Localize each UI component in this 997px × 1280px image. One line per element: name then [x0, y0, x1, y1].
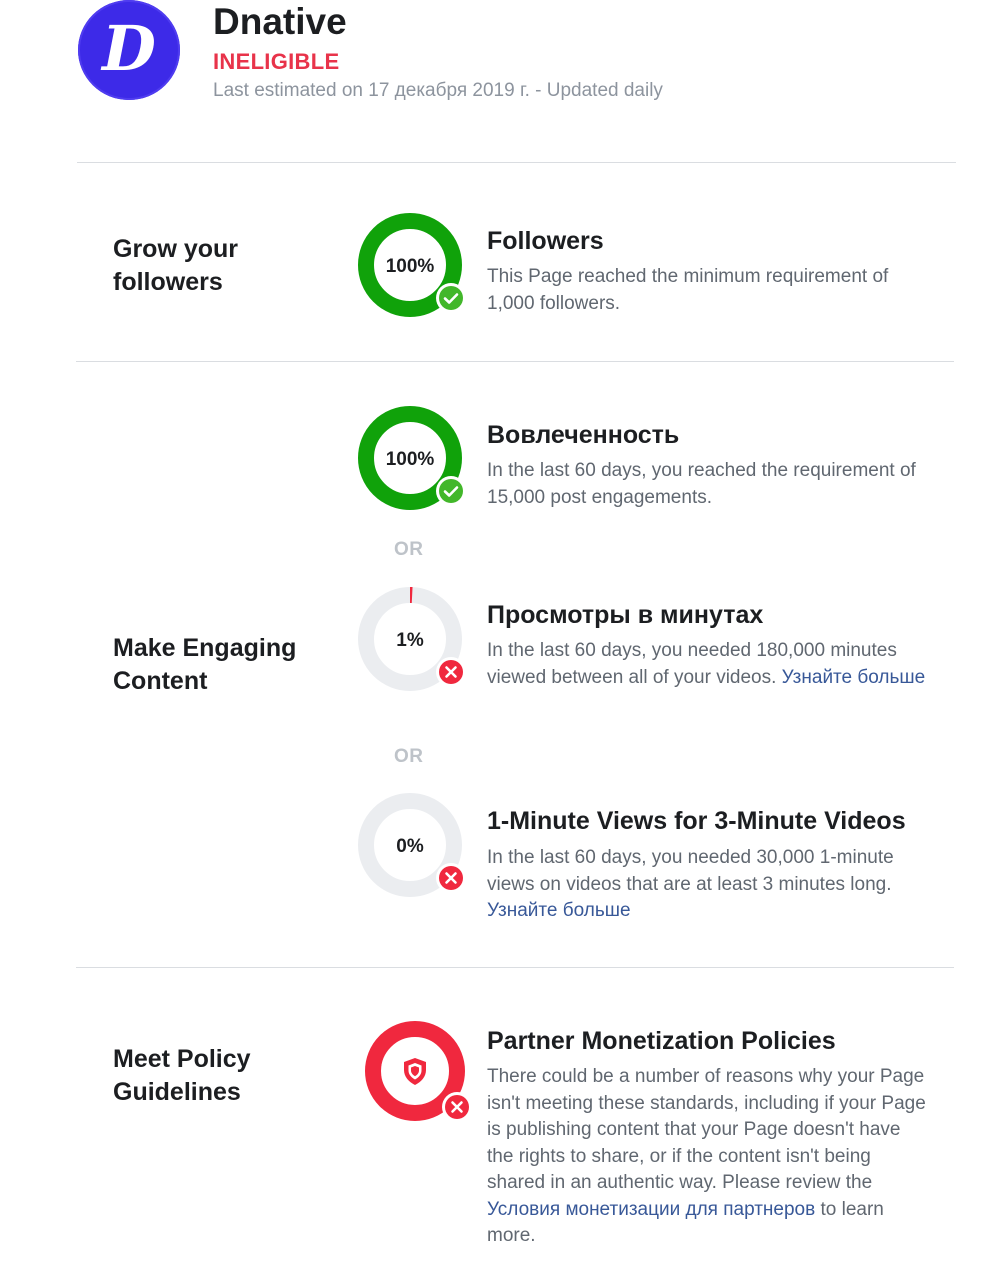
percent-label: 100% — [386, 449, 435, 470]
engagement-title: Вовлеченность — [487, 421, 680, 449]
page-name: Dnative — [213, 1, 347, 42]
last-estimated-text: Last estimated on 17 декабря 2019 г. - U… — [213, 80, 663, 101]
avatar-letter: D — [100, 12, 156, 85]
learn-more-link[interactable]: Узнайте больше — [782, 667, 926, 688]
engagement-description: In the last 60 days, you reached the req… — [487, 460, 916, 508]
error-badge-icon — [436, 863, 466, 893]
check-badge-icon — [436, 283, 466, 313]
section-title-engaging-content: Make Engaging Content — [113, 634, 297, 695]
percent-label: 1% — [396, 630, 424, 651]
engagement-progress-ring: 100% — [354, 402, 466, 514]
percent-label: 100% — [386, 256, 435, 277]
one-minute-views-description: In the last 60 days, you needed 30,000 1… — [487, 845, 927, 925]
minutes-viewed-title: Просмотры в минутах — [487, 601, 764, 629]
minutes-viewed-progress-ring: 1% — [354, 583, 466, 695]
section-title-policy-guidelines: Meet Policy Guidelines — [113, 1045, 251, 1106]
section-divider — [77, 162, 956, 163]
monetization-policies-link[interactable]: Условия монетизации для партнеров — [487, 1199, 815, 1220]
section-divider — [76, 361, 954, 362]
error-badge-icon — [442, 1092, 472, 1122]
policy-status-ring — [360, 1016, 480, 1128]
or-separator: OR — [394, 746, 424, 767]
or-separator: OR — [394, 539, 424, 560]
followers-description: This Page reached the minimum requiremen… — [487, 266, 889, 314]
check-badge-icon — [436, 476, 466, 506]
monetization-description-text: There could be a number of reasons why y… — [487, 1066, 926, 1193]
one-minute-views-title: 1-Minute Views for 3-Minute Videos — [487, 807, 906, 835]
percent-label: 0% — [396, 836, 424, 857]
page-avatar[interactable]: D — [78, 0, 180, 100]
eligibility-status-badge: INELIGIBLE — [213, 49, 340, 74]
one-minute-views-progress-ring: 0% — [354, 789, 466, 901]
section-title-grow-followers: Grow your followers — [113, 235, 239, 296]
monetization-policies-description: There could be a number of reasons why y… — [487, 1064, 927, 1250]
one-minute-views-description-text: In the last 60 days, you needed 30,000 1… — [487, 847, 894, 895]
section-divider — [76, 967, 954, 968]
minutes-viewed-description: In the last 60 days, you needed 180,000 … — [487, 638, 927, 691]
monetization-policies-title: Partner Monetization Policies — [487, 1027, 836, 1055]
learn-more-link[interactable]: Узнайте больше — [487, 900, 631, 921]
followers-progress-ring: 100% — [354, 209, 466, 321]
followers-title: Followers — [487, 227, 604, 255]
shield-icon — [397, 1053, 433, 1089]
error-badge-icon — [436, 657, 466, 687]
